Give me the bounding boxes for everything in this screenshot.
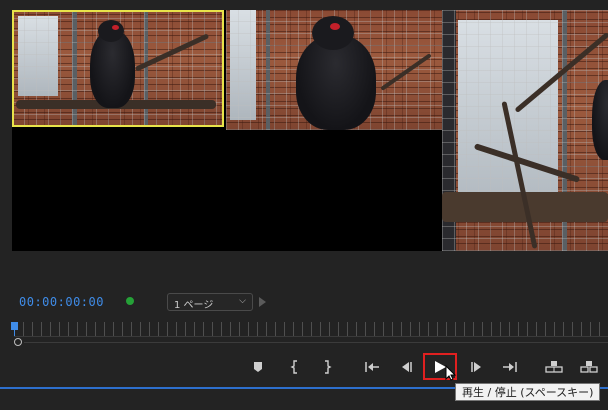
- mark-in-button[interactable]: [284, 357, 306, 377]
- zoom-scroll-bar[interactable]: [24, 342, 608, 343]
- camera-angle-4-empty[interactable]: [12, 131, 440, 251]
- play-stop-tooltip: 再生 / 停止 (スペースキー): [455, 383, 601, 401]
- zoom-scroll-handle[interactable]: [14, 338, 22, 346]
- lift-icon: [545, 361, 563, 373]
- go-to-in-button[interactable]: [361, 357, 383, 377]
- playhead-line: [14, 330, 15, 336]
- step-forward-button[interactable]: [466, 357, 488, 377]
- marker-icon: [254, 362, 262, 372]
- playhead-handle[interactable]: [11, 322, 18, 330]
- go-to-in-icon: [365, 362, 379, 372]
- mark-in-icon: [290, 360, 297, 374]
- step-back-icon: [402, 362, 412, 372]
- step-back-button[interactable]: [395, 357, 417, 377]
- ruler-baseline: [14, 336, 608, 337]
- camera-angle-3[interactable]: [442, 10, 608, 251]
- mark-out-icon: [325, 360, 332, 374]
- time-ruler[interactable]: [14, 322, 608, 336]
- mouse-pointer-icon: [445, 364, 457, 385]
- multicam-monitor: [12, 10, 608, 251]
- camera-angle-2[interactable]: [226, 10, 442, 130]
- lift-button[interactable]: [543, 357, 565, 377]
- go-to-out-button[interactable]: [499, 357, 521, 377]
- page-select-value: 1 ページ: [174, 300, 214, 311]
- chevron-down-icon: ⌵: [239, 296, 246, 306]
- page-select-dropdown[interactable]: 1 ページ ⌵: [167, 293, 253, 311]
- camera-angle-1[interactable]: [12, 10, 224, 127]
- go-to-out-icon: [503, 362, 517, 372]
- extract-icon: [580, 361, 598, 373]
- mark-out-button[interactable]: [316, 357, 338, 377]
- status-indicator: [126, 297, 134, 305]
- extract-button[interactable]: [578, 357, 600, 377]
- step-forward-icon: [471, 362, 481, 372]
- next-page-arrow-icon[interactable]: [259, 297, 266, 307]
- add-marker-button[interactable]: [247, 357, 269, 377]
- playhead-timecode[interactable]: 00:00:00:00: [19, 295, 104, 309]
